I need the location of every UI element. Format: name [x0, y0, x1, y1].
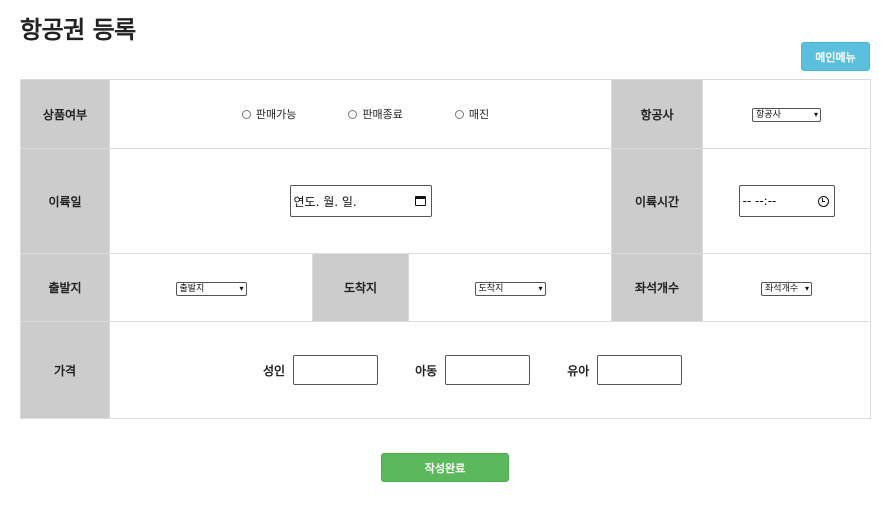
seats-label: 좌석개수	[611, 253, 704, 322]
sale-status-options: 판매가능 판매종료 매진	[108, 79, 613, 149]
clock-icon[interactable]	[817, 195, 829, 207]
row-price: 가격 성인 아동 유아	[20, 321, 872, 419]
departure-date-label: 이륙일	[20, 148, 110, 254]
ticket-form-table: 상품여부 판매가능 판매종료 매진 항공사 항공사 ▾ 이륙일 연도. 월. 일…	[20, 79, 872, 419]
radio-sold-out-label: 매진	[468, 108, 490, 121]
departure-time-label: 이륙시간	[611, 148, 704, 254]
departure-time-input[interactable]: -- --:--	[738, 185, 835, 217]
departure-time-cell: -- --:--	[702, 148, 872, 254]
origin-label: 출발지	[20, 253, 110, 322]
airline-select[interactable]: 항공사 ▾	[752, 108, 822, 122]
page-title: 항공권 등록	[20, 16, 136, 44]
destination-select[interactable]: 도착지 ▾	[474, 281, 546, 296]
sale-status-label: 상품여부	[20, 79, 110, 149]
chevron-down-icon: ▾	[814, 110, 819, 119]
origin-select[interactable]: 출발지 ▾	[175, 281, 247, 296]
row-departure: 이륙일 연도. 월. 일. 이륙시간 -- --:--	[20, 148, 872, 254]
adult-price-label: 성인	[263, 363, 286, 378]
chevron-down-icon: ▾	[239, 283, 244, 293]
submit-button[interactable]: 작성완료	[381, 453, 509, 482]
radio-circle-icon[interactable]	[241, 109, 251, 119]
adult-price-input[interactable]	[293, 355, 379, 385]
calendar-icon[interactable]	[414, 196, 426, 206]
radio-ended[interactable]: 판매종료	[348, 106, 403, 122]
radio-sold-out[interactable]: 매진	[454, 106, 490, 122]
chevron-down-icon: ▾	[805, 283, 810, 293]
seats-select-value: 좌석개수	[765, 283, 799, 294]
destination-label: 도착지	[312, 253, 409, 322]
seats-select[interactable]: 좌석개수 ▾	[761, 281, 813, 296]
destination-select-value: 도착지	[478, 283, 504, 294]
airline-select-value: 항공사	[756, 110, 781, 120]
row-sale-status: 상품여부 판매가능 판매종료 매진 항공사 항공사 ▾	[20, 79, 872, 149]
infant-price-label: 유아	[567, 363, 590, 378]
row-route: 출발지 출발지 ▾ 도착지 도착지 ▾ 좌석개수 좌석개수 ▾	[20, 253, 872, 322]
departure-date-input[interactable]: 연도. 월. 일.	[289, 185, 432, 217]
airline-label: 항공사	[611, 79, 704, 149]
price-cell: 성인 아동 유아	[108, 321, 872, 419]
origin-cell: 출발지 ▾	[109, 253, 313, 322]
child-price-input[interactable]	[445, 355, 531, 385]
departure-time-value: -- --:--	[742, 194, 777, 208]
radio-available-label: 판매가능	[255, 108, 297, 121]
departure-date-value: 연도. 월. 일.	[293, 194, 357, 209]
radio-circle-icon[interactable]	[454, 109, 464, 119]
infant-price-input[interactable]	[597, 355, 683, 385]
radio-ended-label: 판매종료	[362, 108, 403, 121]
departure-date-cell: 연도. 월. 일.	[108, 148, 613, 254]
radio-available[interactable]: 판매가능	[241, 106, 297, 122]
origin-select-value: 출발지	[179, 283, 205, 294]
radio-circle-icon[interactable]	[348, 109, 358, 119]
airline-cell: 항공사 ▾	[702, 79, 872, 149]
destination-cell: 도착지 ▾	[407, 253, 613, 322]
child-price-label: 아동	[415, 363, 438, 378]
main-menu-button[interactable]: 메인메뉴	[801, 42, 870, 71]
seats-cell: 좌석개수 ▾	[702, 253, 872, 322]
chevron-down-icon: ▾	[538, 283, 543, 293]
price-label: 가격	[20, 321, 110, 419]
